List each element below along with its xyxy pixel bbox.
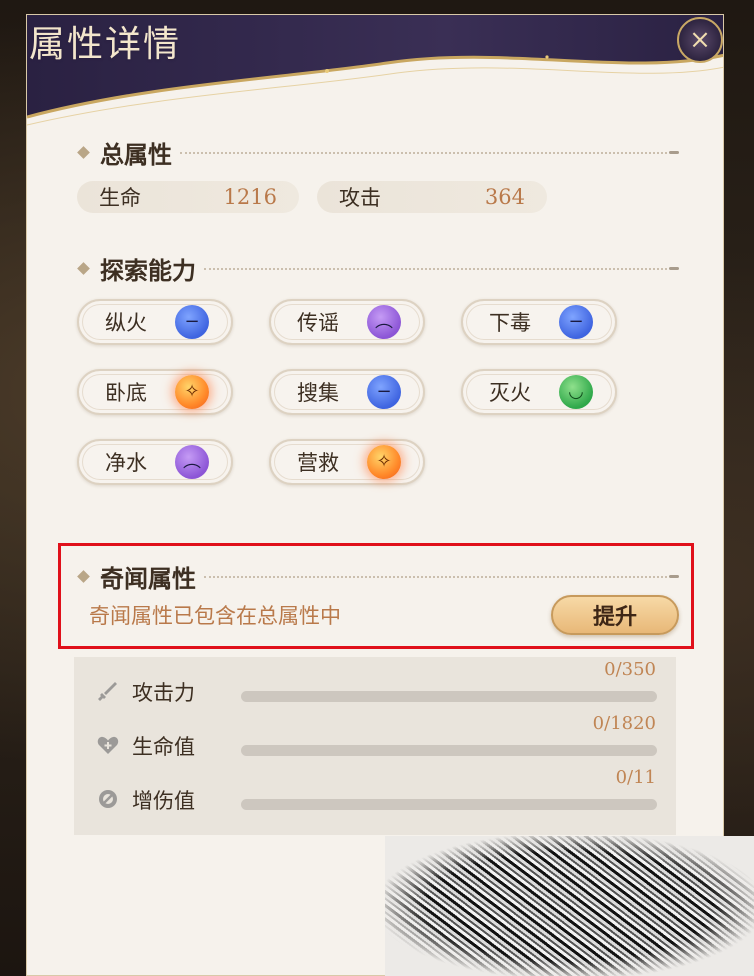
section-total: 总属性 (77, 135, 679, 170)
ability-label: 纵火 (105, 311, 147, 335)
ability-label: 卧底 (105, 381, 147, 405)
bonus-value: 0/1820 (592, 713, 656, 734)
diamond-bullet-icon (77, 146, 90, 159)
stat-label: 攻击 (339, 186, 381, 210)
close-button[interactable]: × (677, 17, 723, 63)
bonus-label: 生命值 (132, 735, 195, 759)
curio-bonus-list: 攻击力 0/350 生命值 0/1820 增伤值 0/11 (74, 657, 676, 835)
excited-face-icon: ✧ (367, 445, 401, 479)
ability-poison[interactable]: 下毒 − (461, 299, 617, 345)
section-title-explore: 探索能力 (100, 256, 196, 285)
bonus-row-hp: 生命值 0/1820 (74, 711, 676, 761)
sad-face-icon: ︵ (367, 305, 401, 339)
ability-undercover[interactable]: 卧底 ✧ (77, 369, 233, 415)
sad-face-icon: ︵ (175, 445, 209, 479)
excited-face-icon: ✧ (175, 375, 209, 409)
neutral-face-icon: − (367, 375, 401, 409)
curio-note: 奇闻属性已包含在总属性中 (89, 604, 341, 628)
panel-header: 属性详情 × (27, 15, 723, 135)
divider-end (669, 151, 679, 154)
ability-extinguish[interactable]: 灭火 ◡ (461, 369, 617, 415)
stat-value: 1216 (223, 185, 277, 209)
stat-hp: 生命 1216 (77, 181, 299, 213)
ability-arson[interactable]: 纵火 − (77, 299, 233, 345)
section-title-total: 总属性 (100, 140, 172, 169)
bonus-label: 增伤值 (132, 789, 195, 813)
stat-attack: 攻击 364 (317, 181, 547, 213)
ability-label: 营救 (297, 451, 339, 475)
divider (180, 151, 667, 154)
ability-rumor[interactable]: 传谣 ︵ (269, 299, 425, 345)
ability-collect[interactable]: 搜集 − (269, 369, 425, 415)
diamond-bullet-icon (77, 262, 90, 275)
ability-rescue[interactable]: 营救 ✧ (269, 439, 425, 485)
stat-label: 生命 (99, 186, 141, 210)
ability-label: 下毒 (489, 311, 531, 335)
section-explore: 探索能力 (77, 251, 679, 286)
neutral-face-icon: − (559, 305, 593, 339)
sword-icon (94, 677, 122, 705)
close-icon: × (689, 25, 711, 55)
ability-label: 传谣 (297, 311, 339, 335)
diamond-bullet-icon (77, 570, 90, 583)
section-curio: 奇闻属性 (77, 559, 679, 594)
bonus-value: 0/350 (604, 659, 656, 680)
section-title-curio: 奇闻属性 (100, 564, 196, 593)
stat-value: 364 (484, 185, 525, 209)
neutral-face-icon: − (175, 305, 209, 339)
damage-boost-icon (94, 785, 122, 813)
happy-face-icon: ◡ (559, 375, 593, 409)
progress-track (241, 745, 657, 756)
ability-label: 灭火 (489, 381, 531, 405)
divider-end (669, 575, 679, 578)
upgrade-button[interactable]: 提升 (551, 595, 679, 635)
noise-overlay (385, 836, 754, 976)
bonus-label: 攻击力 (132, 681, 195, 705)
progress-track (241, 691, 657, 702)
heart-plus-icon (94, 731, 122, 759)
bonus-row-damage: 增伤值 0/11 (74, 765, 676, 815)
ability-label: 搜集 (297, 381, 339, 405)
ability-label: 净水 (105, 451, 147, 475)
page-title: 属性详情 (29, 24, 182, 65)
attribute-detail-panel: 属性详情 × 总属性 生命 1216 攻击 364 探索能力 纵火 − 传谣 ︵… (26, 14, 724, 976)
ability-purify[interactable]: 净水 ︵ (77, 439, 233, 485)
progress-track (241, 799, 657, 810)
bonus-value: 0/11 (615, 767, 656, 788)
divider (204, 267, 667, 270)
divider (204, 575, 667, 578)
divider-end (669, 267, 679, 270)
bonus-row-attack: 攻击力 0/350 (74, 657, 676, 707)
